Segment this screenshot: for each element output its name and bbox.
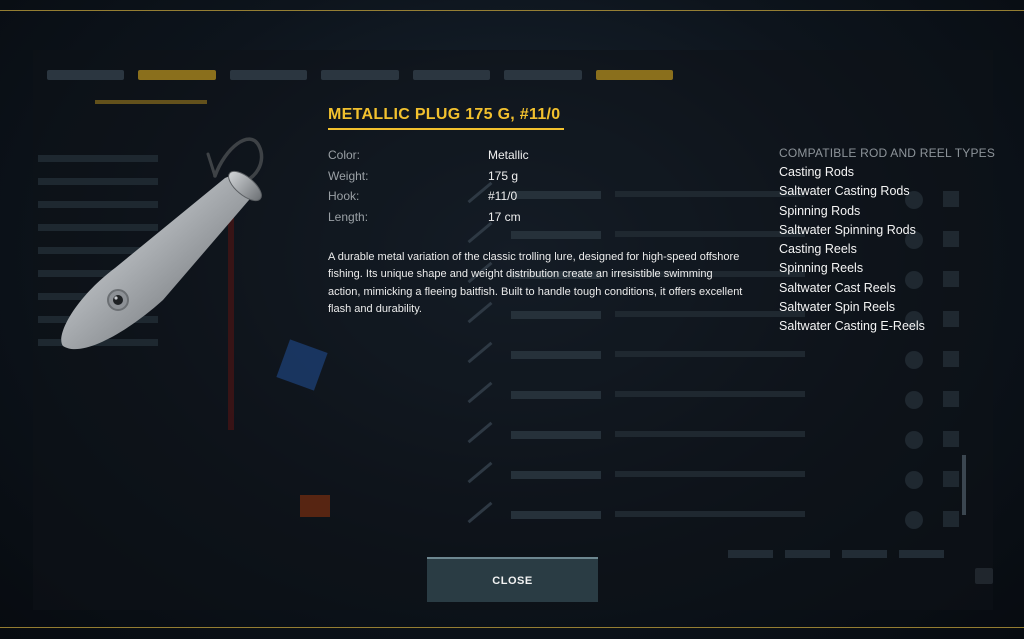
property-value: 17 cm [488, 209, 521, 224]
compatible-type-item: Casting Reels [779, 242, 857, 257]
close-button[interactable]: CLOSE [427, 557, 598, 602]
background-orange-item [300, 495, 330, 517]
item-description: A durable metal variation of the classic… [328, 251, 743, 315]
compatible-types-heading: COMPATIBLE ROD AND REEL TYPES [779, 146, 996, 160]
background-row [455, 341, 975, 381]
compatible-type-item: Saltwater Spinning Rods [779, 222, 916, 237]
property-label: Hook: [328, 189, 360, 203]
background-row [455, 501, 975, 541]
compatible-type-item: Saltwater Casting Rods [779, 184, 910, 199]
lure-icon [61, 137, 264, 350]
property-value: #11/0 [488, 189, 518, 203]
property-label: Color: [328, 148, 361, 162]
background-scrollbar [962, 455, 966, 515]
compatible-types-list: Casting Rods Saltwater Casting Rods Spin… [779, 164, 925, 338]
compatible-type-item: Saltwater Spin Reels [779, 300, 896, 315]
property-weight: Weight: 175 g [328, 169, 588, 190]
bottom-gold-rule [0, 627, 1024, 628]
compatible-type-item: Saltwater Casting E-Reels [779, 319, 925, 334]
property-hook: Hook: #11/0 [328, 189, 588, 210]
compatible-type-item: Spinning Reels [779, 261, 864, 276]
background-row [455, 461, 975, 501]
property-length: Length: 17 cm [328, 210, 588, 231]
item-properties: Color: Metallic Weight: 175 g Hook: #11/… [328, 148, 588, 230]
property-value: Metallic [488, 148, 529, 162]
item-title: METALLIC PLUG 175 G, #11/0 [328, 106, 561, 123]
property-label: Weight: [328, 168, 369, 183]
property-value: 175 g [488, 168, 519, 183]
background-nav [33, 60, 673, 90]
property-label: Length: [328, 209, 369, 224]
compatible-type-item: Saltwater Cast Reels [779, 280, 896, 295]
background-row [455, 421, 975, 461]
compatible-type-item: Casting Rods [779, 165, 855, 179]
item-title-underline [328, 128, 564, 130]
top-gold-rule [0, 10, 1024, 11]
compatible-type-item: Spinning Rods [779, 203, 861, 218]
background-row [455, 381, 975, 421]
property-color: Color: Metallic [328, 148, 588, 169]
background-tab-underline [95, 100, 207, 104]
background-footer [728, 545, 968, 558]
chat-icon [975, 568, 993, 584]
